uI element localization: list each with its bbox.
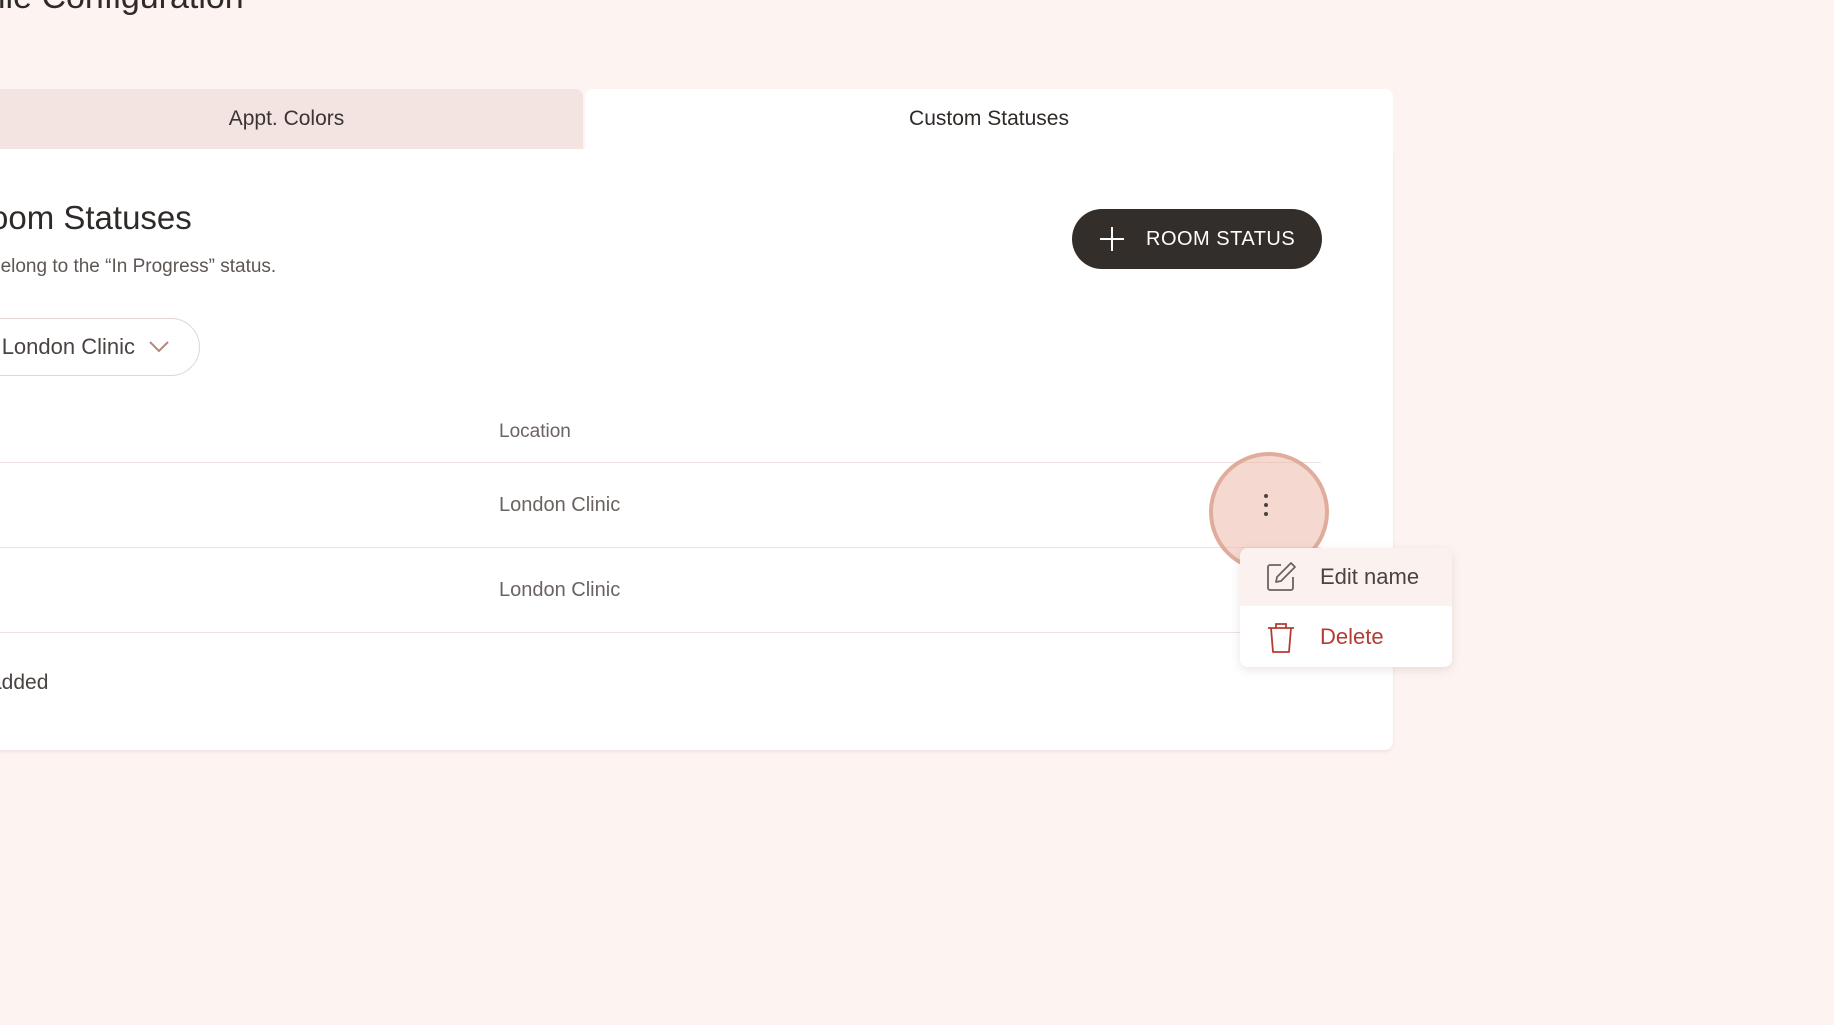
- page-title: ile Configuration: [0, 0, 244, 17]
- location-select[interactable]: London Clinic: [0, 318, 200, 376]
- menu-item-label: Edit name: [1320, 564, 1420, 589]
- row-actions-menu: Edit name Delete: [1240, 548, 1452, 667]
- tab-bar: Appt. Colors Custom Statuses: [0, 89, 1393, 149]
- table-row-divider: [0, 547, 1321, 548]
- column-header-location: Location: [499, 421, 571, 442]
- menu-item-label: Delete: [1320, 624, 1384, 649]
- chevron-down-icon: [149, 341, 169, 353]
- location-select-value: London Clinic: [1, 334, 135, 359]
- tab-custom-statuses[interactable]: Custom Statuses: [585, 89, 1393, 149]
- edit-icon: [1267, 562, 1296, 591]
- menu-item-edit-name[interactable]: Edit name: [1240, 548, 1452, 606]
- add-room-status-label: ROOM STATUS: [1146, 227, 1296, 250]
- statuses-card: oom Statuses belong to the “In Progress”…: [0, 149, 1393, 750]
- table-header-divider: [0, 462, 1321, 463]
- table-row-divider: [0, 632, 1321, 633]
- table-row-location: London Clinic: [499, 579, 621, 601]
- more-vertical-icon: [1264, 491, 1268, 518]
- trash-icon: [1268, 623, 1294, 653]
- menu-item-delete[interactable]: Delete: [1240, 608, 1452, 666]
- tab-appt-colors[interactable]: Appt. Colors: [0, 89, 583, 149]
- section-subtitle: belong to the “In Progress” status.: [0, 256, 277, 277]
- table-row-location: London Clinic: [499, 494, 621, 516]
- section-title: oom Statuses: [0, 199, 192, 236]
- plus-icon: [1100, 227, 1124, 251]
- add-room-status-button[interactable]: ROOM STATUS: [1072, 209, 1322, 269]
- empty-state-text: added: [0, 671, 49, 694]
